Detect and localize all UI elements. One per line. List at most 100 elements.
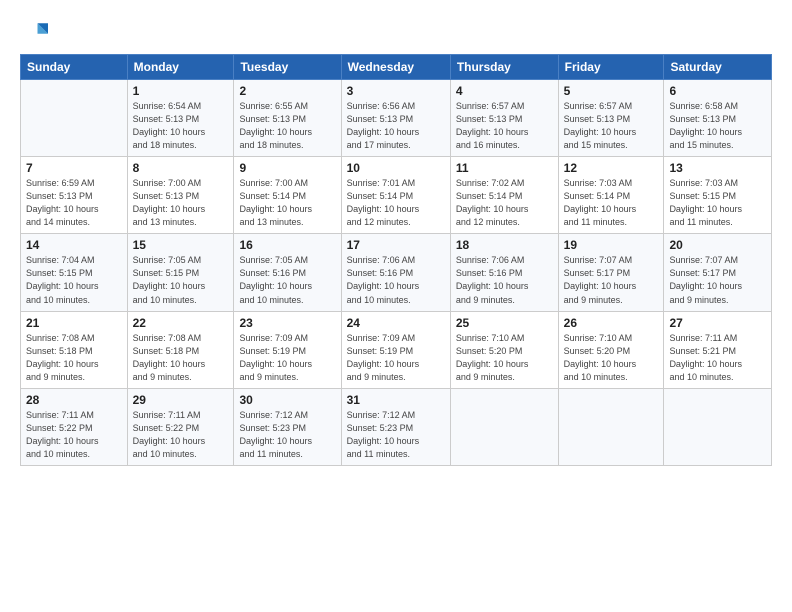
calendar-cell: 13 Sunrise: 7:03 AM Sunset: 5:15 PM Dayli… [664, 157, 772, 234]
day-info: Sunrise: 7:06 AM Sunset: 5:16 PM Dayligh… [456, 254, 553, 306]
day-number: 20 [669, 238, 766, 252]
day-info: Sunrise: 7:08 AM Sunset: 5:18 PM Dayligh… [133, 332, 229, 384]
calendar-cell: 11 Sunrise: 7:02 AM Sunset: 5:14 PM Dayli… [450, 157, 558, 234]
calendar-header-wednesday: Wednesday [341, 55, 450, 80]
calendar-header-row: SundayMondayTuesdayWednesdayThursdayFrid… [21, 55, 772, 80]
day-info: Sunrise: 6:58 AM Sunset: 5:13 PM Dayligh… [669, 100, 766, 152]
day-number: 25 [456, 316, 553, 330]
logo [20, 18, 52, 46]
day-info: Sunrise: 7:10 AM Sunset: 5:20 PM Dayligh… [564, 332, 659, 384]
calendar-cell: 23 Sunrise: 7:09 AM Sunset: 5:19 PM Dayli… [234, 311, 341, 388]
logo-icon [20, 18, 48, 46]
calendar-week-row: 1 Sunrise: 6:54 AM Sunset: 5:13 PM Daylig… [21, 80, 772, 157]
calendar-header-tuesday: Tuesday [234, 55, 341, 80]
calendar-cell [21, 80, 128, 157]
calendar-cell: 14 Sunrise: 7:04 AM Sunset: 5:15 PM Dayli… [21, 234, 128, 311]
calendar-cell: 4 Sunrise: 6:57 AM Sunset: 5:13 PM Daylig… [450, 80, 558, 157]
day-info: Sunrise: 6:54 AM Sunset: 5:13 PM Dayligh… [133, 100, 229, 152]
day-info: Sunrise: 7:10 AM Sunset: 5:20 PM Dayligh… [456, 332, 553, 384]
day-info: Sunrise: 6:55 AM Sunset: 5:13 PM Dayligh… [239, 100, 335, 152]
day-number: 31 [347, 393, 445, 407]
day-number: 12 [564, 161, 659, 175]
calendar-cell: 5 Sunrise: 6:57 AM Sunset: 5:13 PM Daylig… [558, 80, 664, 157]
calendar-cell: 15Sunrise: 7:05 AM Sunset: 5:15 PM Dayli… [127, 234, 234, 311]
calendar-week-row: 14 Sunrise: 7:04 AM Sunset: 5:15 PM Dayli… [21, 234, 772, 311]
calendar-cell: 19 Sunrise: 7:07 AM Sunset: 5:17 PM Dayli… [558, 234, 664, 311]
day-info: Sunrise: 7:11 AM Sunset: 5:22 PM Dayligh… [26, 409, 122, 461]
day-number: 18 [456, 238, 553, 252]
calendar-header-monday: Monday [127, 55, 234, 80]
day-number: 10 [347, 161, 445, 175]
day-number: 16 [239, 238, 335, 252]
day-number: 13 [669, 161, 766, 175]
calendar-cell: 16Sunrise: 7:05 AM Sunset: 5:16 PM Dayli… [234, 234, 341, 311]
day-number: 28 [26, 393, 122, 407]
calendar-week-row: 28 Sunrise: 7:11 AM Sunset: 5:22 PM Dayli… [21, 388, 772, 465]
calendar-cell: 9 Sunrise: 7:00 AM Sunset: 5:14 PM Daylig… [234, 157, 341, 234]
day-number: 7 [26, 161, 122, 175]
day-info: Sunrise: 7:06 AM Sunset: 5:16 PM Dayligh… [347, 254, 445, 306]
day-info: Sunrise: 6:57 AM Sunset: 5:13 PM Dayligh… [456, 100, 553, 152]
day-info: Sunrise: 7:11 AM Sunset: 5:21 PM Dayligh… [669, 332, 766, 384]
day-info: Sunrise: 7:08 AM Sunset: 5:18 PM Dayligh… [26, 332, 122, 384]
calendar-cell: 25 Sunrise: 7:10 AM Sunset: 5:20 PM Dayli… [450, 311, 558, 388]
calendar-cell: 17 Sunrise: 7:06 AM Sunset: 5:16 PM Dayli… [341, 234, 450, 311]
calendar-week-row: 7Sunrise: 6:59 AM Sunset: 5:13 PM Daylig… [21, 157, 772, 234]
day-number: 26 [564, 316, 659, 330]
day-number: 2 [239, 84, 335, 98]
calendar-cell: 31 Sunrise: 7:12 AM Sunset: 5:23 PM Dayli… [341, 388, 450, 465]
calendar-cell: 18 Sunrise: 7:06 AM Sunset: 5:16 PM Dayli… [450, 234, 558, 311]
calendar-table: SundayMondayTuesdayWednesdayThursdayFrid… [20, 54, 772, 466]
day-number: 8 [133, 161, 229, 175]
calendar-cell: 22 Sunrise: 7:08 AM Sunset: 5:18 PM Dayli… [127, 311, 234, 388]
day-number: 5 [564, 84, 659, 98]
day-number: 29 [133, 393, 229, 407]
calendar-cell: 2 Sunrise: 6:55 AM Sunset: 5:13 PM Daylig… [234, 80, 341, 157]
day-number: 17 [347, 238, 445, 252]
day-info: Sunrise: 6:57 AM Sunset: 5:13 PM Dayligh… [564, 100, 659, 152]
calendar-week-row: 21 Sunrise: 7:08 AM Sunset: 5:18 PM Dayli… [21, 311, 772, 388]
day-info: Sunrise: 6:56 AM Sunset: 5:13 PM Dayligh… [347, 100, 445, 152]
calendar-header-saturday: Saturday [664, 55, 772, 80]
day-number: 22 [133, 316, 229, 330]
day-info: Sunrise: 7:11 AM Sunset: 5:22 PM Dayligh… [133, 409, 229, 461]
day-info: Sunrise: 7:09 AM Sunset: 5:19 PM Dayligh… [347, 332, 445, 384]
day-info: Sunrise: 7:00 AM Sunset: 5:13 PM Dayligh… [133, 177, 229, 229]
calendar-cell: 10Sunrise: 7:01 AM Sunset: 5:14 PM Dayli… [341, 157, 450, 234]
day-number: 21 [26, 316, 122, 330]
calendar-cell: 26 Sunrise: 7:10 AM Sunset: 5:20 PM Dayli… [558, 311, 664, 388]
day-info: Sunrise: 7:04 AM Sunset: 5:15 PM Dayligh… [26, 254, 122, 306]
day-info: Sunrise: 7:07 AM Sunset: 5:17 PM Dayligh… [669, 254, 766, 306]
calendar-cell: 29 Sunrise: 7:11 AM Sunset: 5:22 PM Dayli… [127, 388, 234, 465]
day-number: 23 [239, 316, 335, 330]
day-number: 3 [347, 84, 445, 98]
day-number: 19 [564, 238, 659, 252]
day-info: Sunrise: 7:12 AM Sunset: 5:23 PM Dayligh… [347, 409, 445, 461]
calendar-cell: 30 Sunrise: 7:12 AM Sunset: 5:23 PM Dayli… [234, 388, 341, 465]
day-info: Sunrise: 7:07 AM Sunset: 5:17 PM Dayligh… [564, 254, 659, 306]
calendar-cell: 8 Sunrise: 7:00 AM Sunset: 5:13 PM Daylig… [127, 157, 234, 234]
calendar-cell: 3 Sunrise: 6:56 AM Sunset: 5:13 PM Daylig… [341, 80, 450, 157]
day-number: 4 [456, 84, 553, 98]
calendar-cell: 12 Sunrise: 7:03 AM Sunset: 5:14 PM Dayli… [558, 157, 664, 234]
day-info: Sunrise: 7:02 AM Sunset: 5:14 PM Dayligh… [456, 177, 553, 229]
day-number: 27 [669, 316, 766, 330]
day-number: 11 [456, 161, 553, 175]
day-number: 30 [239, 393, 335, 407]
calendar-cell [450, 388, 558, 465]
calendar-cell: 7Sunrise: 6:59 AM Sunset: 5:13 PM Daylig… [21, 157, 128, 234]
calendar-header-thursday: Thursday [450, 55, 558, 80]
calendar-cell: 1 Sunrise: 6:54 AM Sunset: 5:13 PM Daylig… [127, 80, 234, 157]
calendar-cell [558, 388, 664, 465]
calendar-header-sunday: Sunday [21, 55, 128, 80]
day-info: Sunrise: 7:00 AM Sunset: 5:14 PM Dayligh… [239, 177, 335, 229]
day-info: Sunrise: 7:12 AM Sunset: 5:23 PM Dayligh… [239, 409, 335, 461]
day-number: 1 [133, 84, 229, 98]
day-number: 9 [239, 161, 335, 175]
day-info: Sunrise: 7:03 AM Sunset: 5:14 PM Dayligh… [564, 177, 659, 229]
day-number: 24 [347, 316, 445, 330]
day-number: 14 [26, 238, 122, 252]
day-number: 6 [669, 84, 766, 98]
day-info: Sunrise: 7:09 AM Sunset: 5:19 PM Dayligh… [239, 332, 335, 384]
day-info: Sunrise: 7:03 AM Sunset: 5:15 PM Dayligh… [669, 177, 766, 229]
